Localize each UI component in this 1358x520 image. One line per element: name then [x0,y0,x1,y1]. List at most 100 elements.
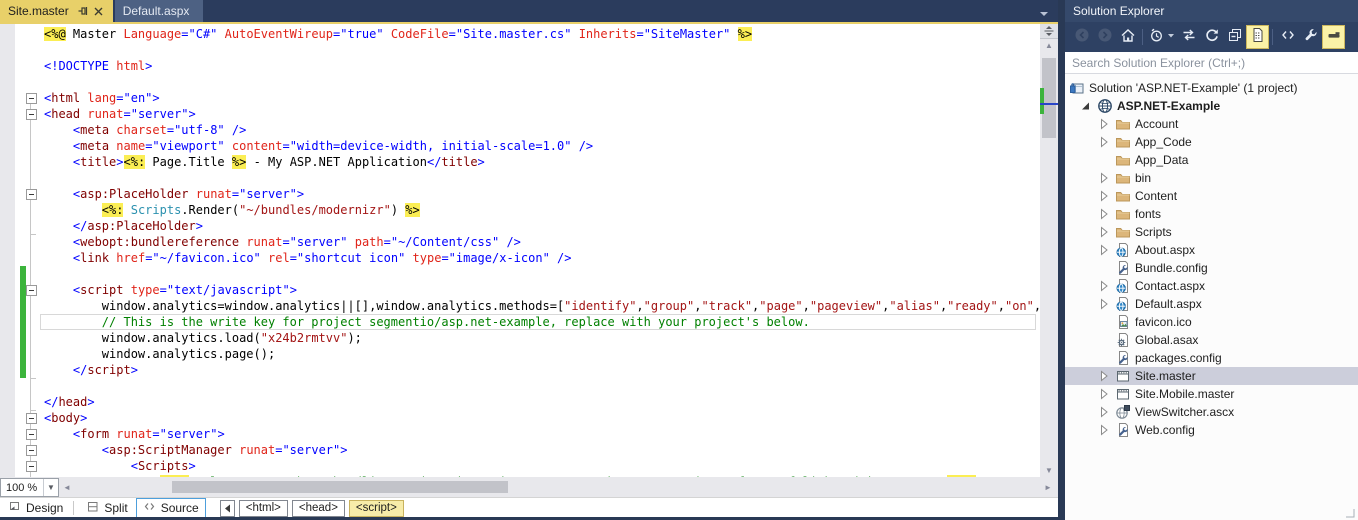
editor-selection-margin[interactable] [0,24,15,477]
forward-button[interactable] [1093,25,1116,49]
tree-item[interactable]: ViewSwitcher.ascx [1065,403,1358,421]
tree-item[interactable]: packages.config [1065,349,1358,367]
code-line[interactable]: <meta name="viewport" content="width=dev… [44,138,593,154]
tree-item[interactable]: App_Code [1065,133,1358,151]
code-line[interactable]: <head runat="server"> [44,106,196,122]
panel-splitter[interactable] [1058,0,1065,520]
expander-collapsed-icon[interactable] [1096,422,1112,438]
tab-default-aspx[interactable]: Default.aspx [115,0,204,22]
scroll-down-button[interactable]: ▼ [1040,463,1058,477]
tab-site-master[interactable]: Site.master [0,0,113,22]
code-editor[interactable]: <%@ Master Language="C#" AutoEventWireup… [0,24,1040,477]
tag-navigator-back-button[interactable] [220,500,235,517]
vertical-scrollbar[interactable]: ▲ ▼ [1040,24,1058,477]
expander-collapsed-icon[interactable] [1096,386,1112,402]
show-all-files-button[interactable] [1246,25,1269,49]
code-line[interactable]: <link href="~/favicon.ico" rel="shortcut… [44,250,572,266]
fold-collapse-button[interactable] [26,109,37,120]
fold-collapse-button[interactable] [26,429,37,440]
pending-changes-filter-button[interactable] [1146,25,1177,49]
fold-collapse-button[interactable] [26,189,37,200]
expander-collapsed-icon[interactable] [1096,206,1112,222]
resize-grip-icon[interactable] [1344,506,1356,518]
expander-collapsed-icon[interactable] [1096,224,1112,240]
code-line[interactable]: <%@ Master Language="C#" AutoEventWireup… [44,26,752,42]
back-button[interactable] [1070,25,1093,49]
expander-collapsed-icon[interactable] [1096,278,1112,294]
scroll-left-button[interactable]: ◄ [60,480,74,494]
code-line[interactable]: window.analytics=window.analytics||[],wi… [44,298,1040,314]
tag-nav-head-button[interactable]: <head> [292,500,345,517]
zoom-level-select[interactable]: 100 % ▼ [0,478,59,497]
tree-item[interactable]: bin [1065,169,1358,187]
tree-item[interactable]: Solution 'ASP.NET-Example' (1 project) [1065,79,1358,97]
tree-item[interactable]: Content [1065,187,1358,205]
tab-list-chevron-icon[interactable] [1038,6,1050,16]
code-line[interactable]: <%: Scripts.Render("~/bundles/modernizr"… [44,202,420,218]
tree-item[interactable]: Global.asax [1065,331,1358,349]
scroll-up-button[interactable]: ▲ [1040,38,1058,52]
home-button[interactable] [1116,25,1139,49]
expander-collapsed-icon[interactable] [1096,134,1112,150]
scroll-right-button[interactable]: ► [1040,480,1056,494]
tag-nav-html-button[interactable]: <html> [239,500,288,517]
expander-collapsed-icon[interactable] [1096,116,1112,132]
panel-title[interactable]: Solution Explorer [1065,0,1358,22]
expander-collapsed-icon[interactable] [1096,404,1112,420]
split-view-button[interactable]: Split [80,499,133,517]
code-line[interactable]: <webopt:bundlereference runat="server" p… [44,234,521,250]
fold-collapse-button[interactable] [26,413,37,424]
code-line[interactable]: <asp:ScriptManager runat="server"> [44,442,347,458]
view-code-button[interactable] [1276,25,1299,49]
expander-expanded-icon[interactable] [1078,98,1094,114]
tree-item[interactable]: ASP.NET-Example [1065,97,1358,115]
search-input[interactable] [1065,56,1358,70]
tree-item[interactable]: Site.master [1065,367,1358,385]
code-line[interactable]: window.analytics.load("x24b2rmtvv"); [44,330,362,346]
source-view-button[interactable]: Source [136,498,206,518]
sync-active-document-button[interactable] [1177,25,1200,49]
vertical-scroll-track[interactable] [1040,52,1058,463]
tree-item[interactable]: Bundle.config [1065,259,1358,277]
code-line[interactable]: <asp:PlaceHolder runat="server"> [44,186,304,202]
splitter-button[interactable] [1040,24,1058,39]
fold-collapse-button[interactable] [26,93,37,104]
expander-collapsed-icon[interactable] [1096,188,1112,204]
code-line[interactable]: <title><%: Page.Title %> - My ASP.NET Ap… [44,154,485,170]
fold-collapse-button[interactable] [26,285,37,296]
code-line[interactable]: </asp:PlaceHolder> [44,218,203,234]
tree-item[interactable]: About.aspx [1065,241,1358,259]
tree-item[interactable]: fonts [1065,205,1358,223]
code-line[interactable]: <form runat="server"> [44,426,225,442]
code-line[interactable]: <html lang="en"> [44,90,160,106]
horizontal-scroll-thumb[interactable] [172,481,508,493]
tag-nav-script-button[interactable]: <script> [349,500,404,517]
tree-item[interactable]: favicon.ico [1065,313,1358,331]
code-line[interactable]: window.analytics.page(); [44,346,275,362]
tree-item[interactable]: Site.Mobile.master [1065,385,1358,403]
code-line[interactable]: </head> [44,394,95,410]
pin-icon[interactable] [77,5,90,18]
expander-collapsed-icon[interactable] [1096,242,1112,258]
design-view-button[interactable]: Design [2,499,69,517]
fold-collapse-button[interactable] [26,461,37,472]
properties-button[interactable] [1299,25,1322,49]
tree-item[interactable]: Contact.aspx [1065,277,1358,295]
code-line[interactable]: <body> [44,410,87,426]
code-line[interactable]: </script> [44,362,138,378]
vertical-scroll-thumb[interactable] [1042,58,1056,138]
expander-collapsed-icon[interactable] [1096,296,1112,312]
tree-item[interactable]: App_Data [1065,151,1358,169]
tree-item[interactable]: Account [1065,115,1358,133]
code-line[interactable]: <!DOCTYPE html> [44,58,152,74]
close-icon[interactable] [92,5,105,18]
tree-item[interactable]: Default.aspx [1065,295,1358,313]
expander-collapsed-icon[interactable] [1096,170,1112,186]
code-line[interactable]: <Scripts> [44,458,196,474]
code-line[interactable]: // This is the write key for project seg… [44,314,810,330]
preview-selected-items-button[interactable] [1322,25,1345,49]
fold-collapse-button[interactable] [26,445,37,456]
refresh-button[interactable] [1200,25,1223,49]
collapse-all-button[interactable] [1223,25,1246,49]
tree-item[interactable]: Web.config [1065,421,1358,439]
